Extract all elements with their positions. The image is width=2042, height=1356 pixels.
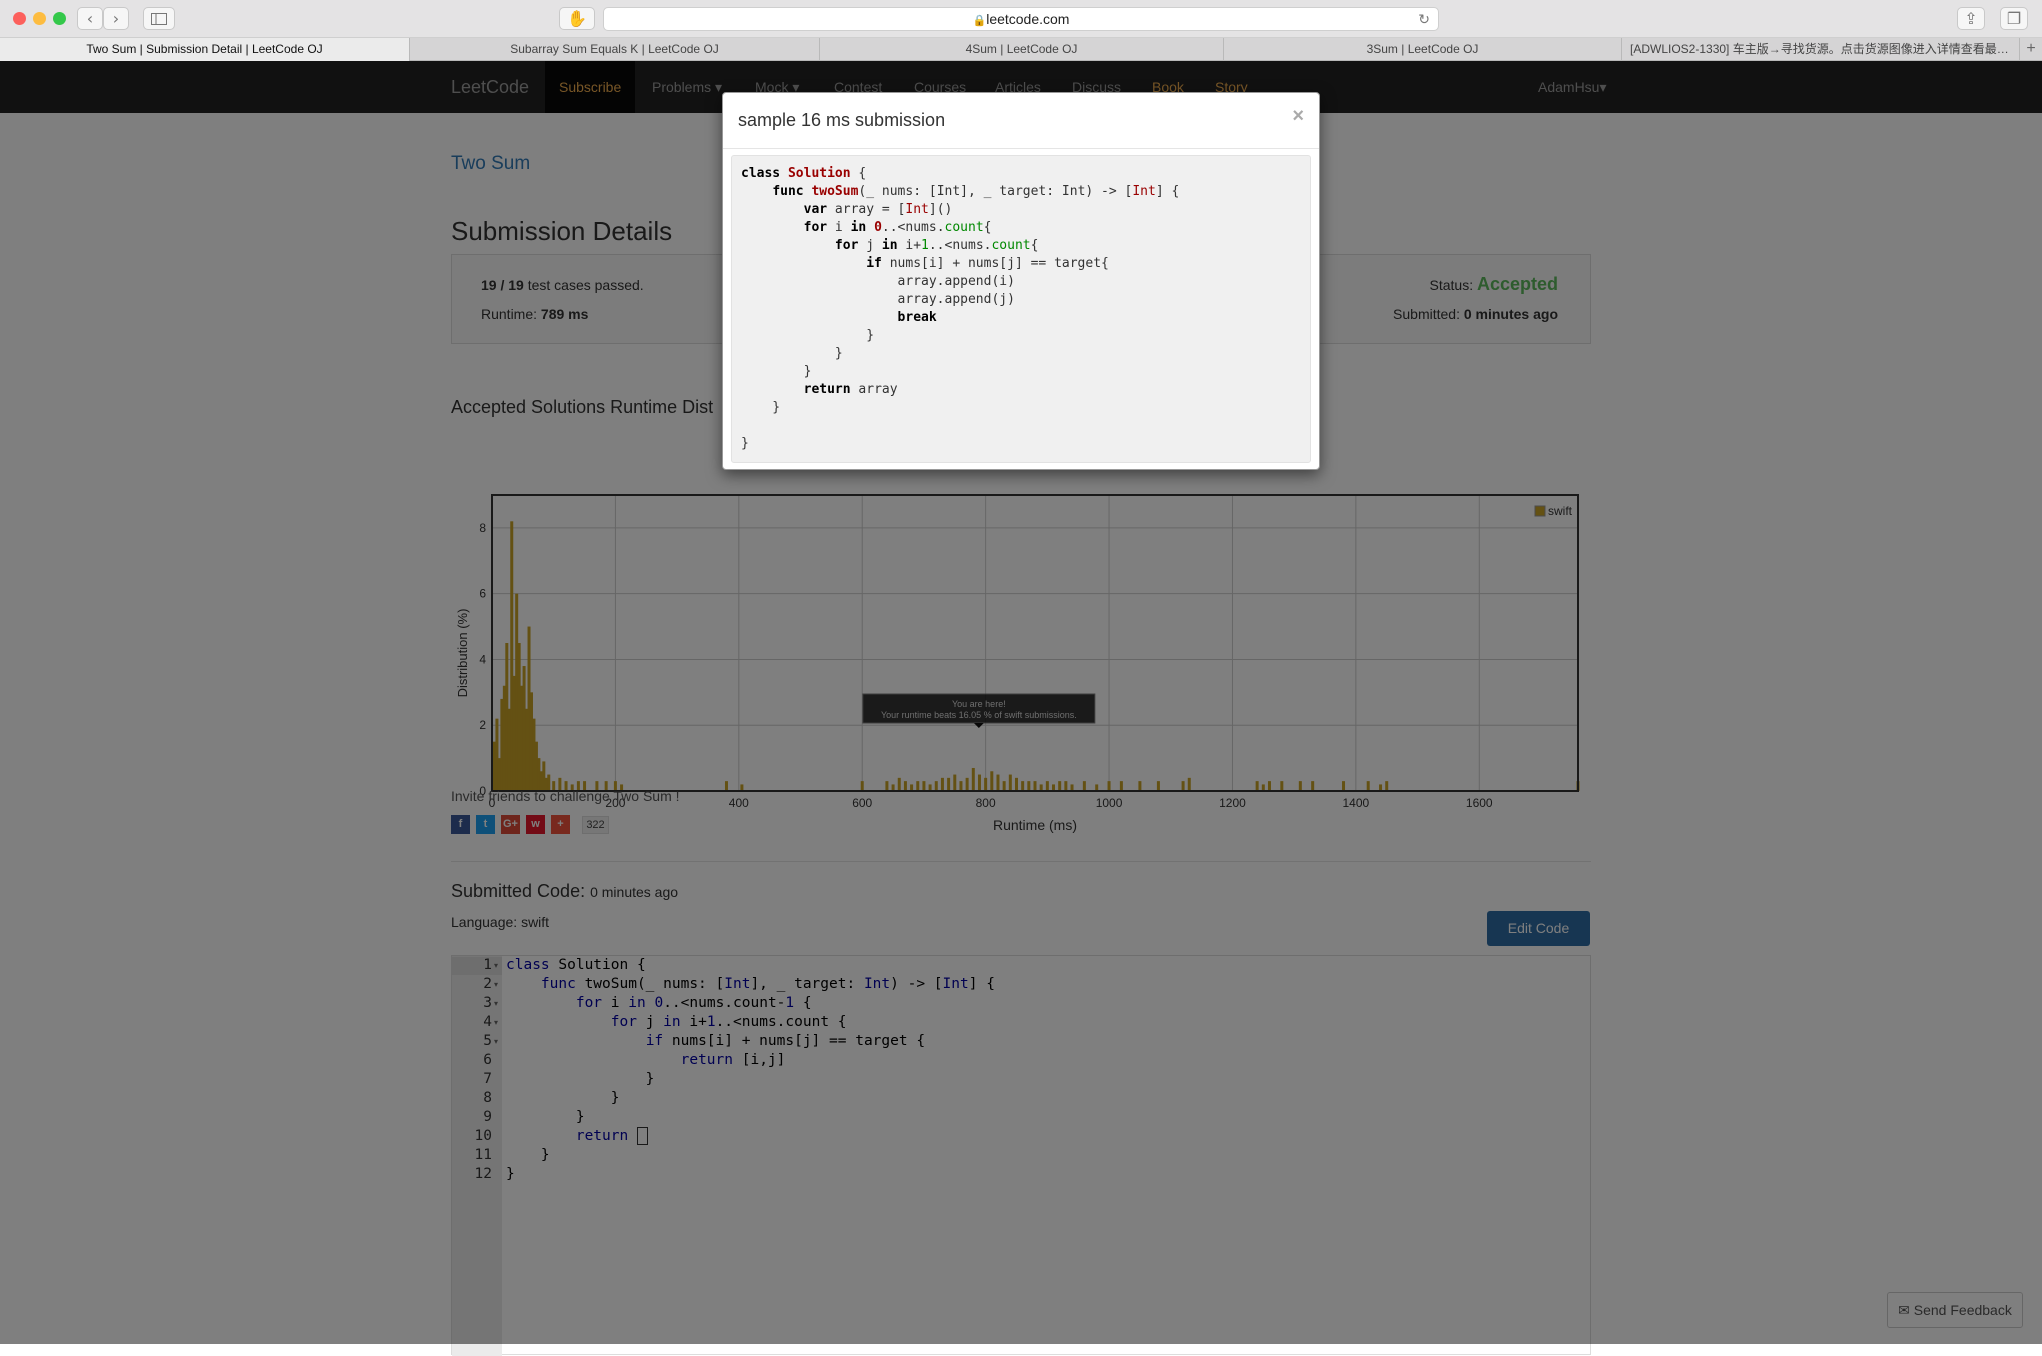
sample-code-line: } (741, 328, 875, 343)
sample-code-line: for i in 0..<nums.count{ (803, 220, 992, 235)
browser-tab[interactable]: 3Sum | LeetCode OJ (1224, 38, 1622, 61)
sample-code-line: } (741, 436, 749, 451)
sample-code-line: for j in i+1..<nums.count{ (834, 238, 1039, 253)
sample-submission-modal: sample 16 ms submission × class Solution… (722, 92, 1320, 470)
browser-tab[interactable]: 4Sum | LeetCode OJ (820, 38, 1224, 61)
sample-code-line: return array (803, 382, 898, 397)
modal-divider (723, 148, 1319, 149)
new-tab-icon[interactable]: + (2020, 38, 2042, 60)
browser-tab[interactable]: Two Sum | Submission Detail | LeetCode O… (0, 38, 410, 61)
sample-code-block: class Solution { func twoSum(_ nums: [In… (731, 155, 1311, 463)
browser-toolbar: ‹ › ✋ 🔒leetcode.com ↻ ⇪ ❐ (0, 0, 2042, 38)
zoom-window-button[interactable] (53, 12, 66, 25)
reload-icon[interactable]: ↻ (1418, 8, 1430, 30)
sample-code-line: } (741, 400, 781, 415)
sample-code-line: } (741, 364, 812, 379)
browser-tab[interactable]: Subarray Sum Equals K | LeetCode OJ (410, 38, 820, 61)
tabs-overview-icon[interactable]: ❐ (2000, 7, 2028, 30)
hand-icon[interactable]: ✋ (559, 7, 595, 30)
sample-code-line: func twoSum(_ nums: [Int], _ target: Int… (772, 184, 1180, 199)
modal-title: sample 16 ms submission (738, 110, 946, 130)
close-icon[interactable]: × (1292, 105, 1304, 128)
tab-bar: Two Sum | Submission Detail | LeetCode O… (0, 38, 2042, 61)
minimize-window-button[interactable] (33, 12, 46, 25)
sample-code-line: } (741, 346, 843, 361)
back-icon[interactable]: ‹ (77, 7, 103, 30)
sidebar-icon[interactable] (143, 7, 175, 30)
close-window-button[interactable] (13, 12, 26, 25)
forward-icon[interactable]: › (103, 7, 129, 30)
url-text: leetcode.com (986, 11, 1070, 27)
address-bar[interactable]: 🔒leetcode.com ↻ (603, 7, 1439, 31)
sample-code-line: if nums[i] + nums[j] == target{ (866, 256, 1109, 271)
sample-code-line: array.append(j) (741, 292, 1015, 307)
sample-code-line: array.append(i) (741, 274, 1015, 289)
lock-icon: 🔒 (972, 15, 987, 27)
share-icon[interactable]: ⇪ (1957, 7, 1985, 30)
sample-code-line: break (897, 310, 937, 325)
sample-code-line: class Solution { (741, 166, 867, 181)
browser-tab[interactable]: [ADWLIOS2-1330] 车主版→寻找货源。点击货源图像进入详情查看最新.… (1622, 38, 2020, 61)
sample-code-line: var array = [Int]() (803, 202, 953, 217)
